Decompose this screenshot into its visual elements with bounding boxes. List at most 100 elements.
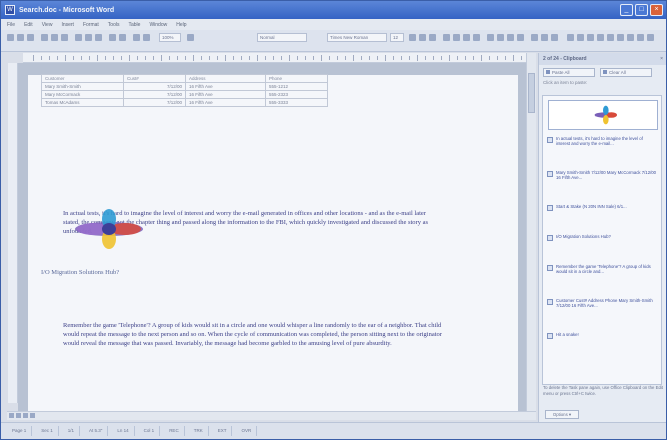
undo-icon[interactable] [109,34,116,41]
toolbar-option-icon[interactable] [597,34,604,41]
table-cell[interactable]: 16 Fifth Ave [185,90,266,99]
align-left-icon[interactable] [443,34,450,41]
bold-icon[interactable] [409,34,416,41]
vertical-scrollbar[interactable] [526,53,536,411]
clear-all-button[interactable]: Clear All [600,68,652,77]
status-record[interactable]: REC [164,426,185,436]
table-cell[interactable]: Mary Smith-Smith [41,82,124,91]
toolbar-option-icon[interactable] [637,34,644,41]
align-center-icon[interactable] [453,34,460,41]
ruler-tick [313,56,314,60]
task-pane-close-button[interactable]: × [660,56,663,62]
status-page-count: 1/1 [63,426,81,436]
clipboard-task-pane: 2 of 24 - Clipboard × Paste All Clear Al… [538,53,666,422]
maximize-button[interactable]: □ [635,4,648,16]
toolbar-option-icon[interactable] [587,34,594,41]
table-header[interactable]: Customer [41,74,124,83]
table-cell[interactable]: 555-3333 [265,98,328,107]
table-icon[interactable] [133,34,140,41]
table-cell[interactable]: Mary McCormack [41,90,124,99]
normal-view-icon[interactable] [9,413,14,418]
vertical-ruler[interactable] [8,63,18,403]
table-cell[interactable]: 7/12/00 [123,98,186,107]
cut-icon[interactable] [75,34,82,41]
menu-table[interactable]: Table [128,22,140,28]
font-select[interactable]: Times New Roman [327,33,387,42]
clipart-logo[interactable] [73,208,145,250]
document-paragraph[interactable]: Remember the game 'Telephone'? A group o… [63,321,443,348]
table-cell[interactable]: 555-1212 [265,82,328,91]
align-right-icon[interactable] [463,34,470,41]
paste-icon[interactable] [95,34,102,41]
increase-indent-icon[interactable] [517,34,524,41]
ruler-tick [225,55,226,61]
decrease-indent-icon[interactable] [507,34,514,41]
highlight-icon[interactable] [541,34,548,41]
scroll-thumb[interactable] [528,73,535,113]
toolbar-option-icon[interactable] [567,34,574,41]
new-document-icon[interactable] [7,34,14,41]
spelling-icon[interactable] [61,34,68,41]
menu-insert[interactable]: Insert [61,22,74,28]
menu-edit[interactable]: Edit [24,22,33,28]
ruler-tick [105,56,106,60]
columns-icon[interactable] [143,34,150,41]
clipboard-item-image[interactable] [548,100,658,130]
redo-icon[interactable] [119,34,126,41]
underline-icon[interactable] [429,34,436,41]
options-button[interactable]: Options ▾ [545,410,579,419]
bullets-icon[interactable] [497,34,504,41]
toolbar-option-icon[interactable] [647,34,654,41]
table-cell[interactable]: 7/12/00 [123,90,186,99]
status-track[interactable]: TRK [189,426,209,436]
horizontal-ruler[interactable] [23,53,528,63]
toolbar-option-icon[interactable] [617,34,624,41]
status-extend[interactable]: EXT [213,426,233,436]
print-icon[interactable] [41,34,48,41]
clipboard-list[interactable]: In actual tests, it's hard to imagine th… [542,95,662,385]
table-cell[interactable]: 7/12/00 [123,82,186,91]
minimize-button[interactable]: _ [620,4,633,16]
italic-icon[interactable] [419,34,426,41]
justify-icon[interactable] [473,34,480,41]
save-icon[interactable] [27,34,34,41]
style-select[interactable]: Normal [257,33,307,42]
ruler-tick [249,56,250,60]
table-cell[interactable]: 16 Fifth Ave [185,82,266,91]
status-overtype[interactable]: OVR [236,426,258,436]
print-layout-icon[interactable] [23,413,28,418]
menu-view[interactable]: View [42,22,53,28]
table-header[interactable]: Address [185,74,266,83]
copy-icon[interactable] [85,34,92,41]
menu-file[interactable]: File [7,22,15,28]
toolbar-option-icon[interactable] [577,34,584,41]
ruler-tick [425,56,426,60]
font-size-select[interactable]: 12 [390,33,404,42]
toolbar-option-icon[interactable] [627,34,634,41]
table-header[interactable]: Cust# [123,74,186,83]
menu-tools[interactable]: Tools [108,22,120,28]
menu-window[interactable]: Window [149,22,167,28]
toolbar-option-icon[interactable] [607,34,614,41]
numbering-icon[interactable] [487,34,494,41]
table-cell[interactable]: 16 Fifth Ave [185,98,266,107]
table-header[interactable]: Phone [265,74,328,83]
ruler-tick [457,56,458,60]
paste-all-button[interactable]: Paste All [543,68,595,77]
font-color-icon[interactable] [551,34,558,41]
menu-format[interactable]: Format [83,22,99,28]
customer-table[interactable]: Customer Cust# Address Phone Mary Smith-… [41,74,328,107]
close-button[interactable]: × [650,4,663,16]
border-icon[interactable] [531,34,538,41]
table-cell[interactable]: 555-2323 [265,90,328,99]
outline-view-icon[interactable] [30,413,35,418]
zoom-select[interactable]: 100% [159,33,181,42]
print-preview-icon[interactable] [51,34,58,41]
menu-help[interactable]: Help [176,22,186,28]
open-icon[interactable] [17,34,24,41]
web-view-icon[interactable] [16,413,21,418]
table-cell[interactable]: Tomas McAdams [41,98,124,107]
horizontal-scrollbar[interactable] [7,411,536,420]
help-icon[interactable] [187,34,194,41]
document-heading[interactable]: I/O Migration Solutions Hub? [41,269,119,276]
